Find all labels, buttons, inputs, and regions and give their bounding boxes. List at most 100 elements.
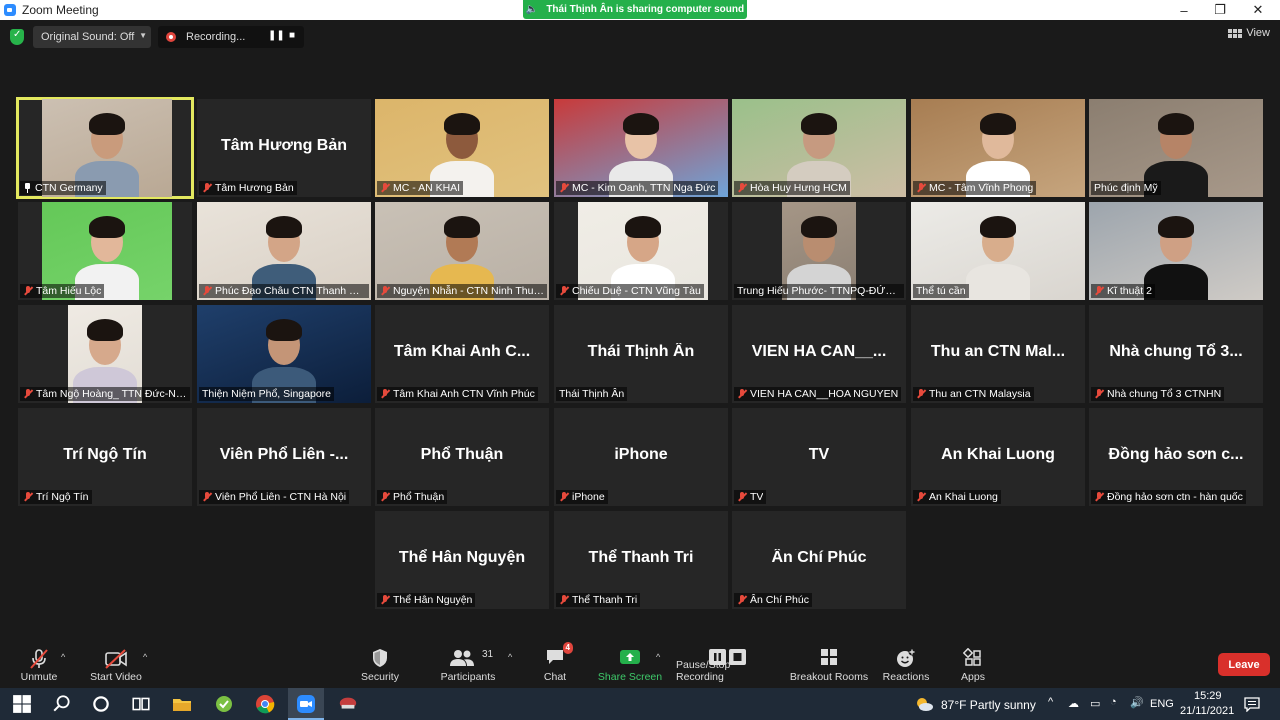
windows-start-icon[interactable] [12, 694, 32, 714]
participant-tile[interactable]: Trí Ngộ Tín Trí Ngộ Tín [18, 408, 192, 506]
original-sound-button[interactable]: Original Sound: Off ▼ [33, 26, 151, 48]
notifications-icon[interactable] [1244, 696, 1260, 712]
onedrive-icon[interactable]: ☁ [1068, 697, 1079, 710]
share-screen-label: Share Screen [597, 671, 663, 683]
battery-icon[interactable]: ▭ [1090, 697, 1100, 710]
pause-stop-recording-button[interactable]: Pause/Stop Recording [676, 638, 780, 688]
share-screen-button[interactable]: Share Screen [596, 638, 664, 688]
participant-tile[interactable]: Tâm Hương Bản Tâm Hương Bản [197, 99, 371, 197]
participant-tile[interactable]: Hòa Huy Hưng HCM [732, 99, 906, 197]
volume-icon[interactable]: 🔊 [1130, 696, 1144, 709]
participant-tile[interactable]: CTN Germany [16, 97, 194, 199]
apps-button[interactable]: Apps [952, 638, 994, 688]
reactions-button[interactable]: Reactions [880, 638, 932, 688]
language-indicator[interactable]: ENG [1150, 698, 1174, 710]
weather-text[interactable]: 87°F Partly sunny [941, 698, 1036, 712]
chat-button[interactable]: 4 Chat [530, 638, 580, 688]
audio-options-chevron-icon[interactable]: ^ [61, 652, 65, 662]
breakout-rooms-button[interactable]: Breakout Rooms [788, 638, 870, 688]
participant-tile[interactable]: Phúc Đạo Châu CTN Thanh Hoá [197, 202, 371, 300]
participant-name: Tâm Hương Bản [215, 182, 294, 194]
muted-mic-icon [737, 492, 747, 502]
close-button[interactable]: ✕ [1238, 0, 1278, 20]
share-options-chevron-icon[interactable]: ^ [656, 652, 660, 662]
participant-tile[interactable]: Thể Hân Nguyện Thể Hân Nguyện [375, 511, 549, 609]
participant-display-name: Thể Hân Nguyện [398, 549, 526, 566]
participant-name: Thu an CTN Malaysia [929, 388, 1031, 400]
participant-display-name: Viên Phổ Liên -... [219, 446, 349, 463]
participant-tile[interactable]: VIEN HA CAN__... VIEN HA CAN__HOA NGUYEN [732, 305, 906, 403]
participant-tile[interactable]: Nguyện Nhẫn - CTN Ninh Thuận [375, 202, 549, 300]
participant-tile[interactable]: Ân Chí Phúc Ân Chí Phúc [732, 511, 906, 609]
participant-name-label: Tâm Khai Anh CTN Vĩnh Phúc [377, 387, 538, 401]
pause-recording-icon[interactable]: ❚❚ [268, 30, 285, 41]
participant-tile[interactable]: Tâm Ngộ Hoàng_ TTN Đức-Nga [18, 305, 192, 403]
participant-tile[interactable]: iPhone iPhone [554, 408, 728, 506]
participant-tile[interactable]: Tâm Hiếu Lộc [18, 202, 192, 300]
participant-tile[interactable]: MC - Tâm Vĩnh Phong [911, 99, 1085, 197]
participant-tile[interactable]: Đồng hảo sơn c... Đồng hảo sơn ctn - hàn … [1089, 408, 1263, 506]
participant-name: MC - AN KHAI [393, 182, 461, 194]
participant-tile[interactable]: Viên Phổ Liên -... Viên Phổ Liên - CTN Hà… [197, 408, 371, 506]
participant-name: Phổ Thuận [393, 491, 445, 503]
participants-button[interactable]: 31 Participants [432, 638, 504, 688]
security-button[interactable]: Security [355, 638, 405, 688]
muted-mic-icon [737, 183, 747, 193]
zoom-taskbar-active[interactable] [288, 688, 324, 720]
wifi-icon[interactable]: ◔ [1110, 696, 1117, 708]
stop-recording-icon[interactable]: ■ [289, 30, 295, 41]
video-options-chevron-icon[interactable]: ^ [143, 652, 147, 662]
view-button[interactable]: View [1228, 27, 1270, 39]
participant-display-name: An Khai Luong [941, 446, 1055, 463]
participants-chevron-icon[interactable]: ^ [508, 652, 512, 662]
participant-tile[interactable]: Phúc định Mỹ [1089, 99, 1263, 197]
participants-icon [450, 650, 474, 666]
chevron-down-icon[interactable]: ▼ [139, 31, 147, 40]
muted-mic-icon [559, 492, 569, 502]
chrome-icon[interactable] [255, 694, 275, 714]
pinned-app-icon[interactable] [338, 694, 358, 714]
participant-tile[interactable]: MC - AN KHAI [375, 99, 549, 197]
participant-tile[interactable]: Thiện Niệm Phổ, Singapore [197, 305, 371, 403]
muted-mic-icon [916, 492, 926, 502]
clock-time[interactable]: 15:29 [1194, 690, 1222, 702]
participant-name: MC - Kim Oanh, TTN Nga Đức [572, 182, 716, 194]
minimize-button[interactable]: – [1164, 0, 1204, 20]
cortana-icon[interactable] [91, 694, 111, 714]
participant-name-label: MC - Tâm Vĩnh Phong [913, 181, 1037, 195]
participant-name-label: Phúc Đạo Châu CTN Thanh Hoá [199, 284, 369, 298]
unmute-button[interactable]: Unmute [8, 638, 70, 688]
participant-tile[interactable]: Phổ Thuận Phổ Thuận [375, 408, 549, 506]
participant-tile[interactable]: Tâm Khai Anh C... Tâm Khai Anh CTN Vĩnh P… [375, 305, 549, 403]
participant-tile[interactable]: Thể Thanh Tri Thể Thanh Tri [554, 511, 728, 609]
start-video-button[interactable]: Start Video [84, 638, 148, 688]
maximize-button[interactable]: ❐ [1200, 0, 1240, 20]
participant-display-name: Tâm Hương Bản [220, 137, 348, 154]
participant-display-name: Ân Chí Phúc [771, 549, 867, 566]
participant-tile[interactable]: Trung Hiếu Phước- TTNPQ-ĐỨC N... [732, 202, 906, 300]
participant-name-label: Thể Thanh Tri [556, 593, 641, 607]
muted-mic-icon [559, 183, 569, 193]
green-app-icon[interactable] [214, 694, 234, 714]
participant-tile[interactable]: Thái Thịnh Ân Thái Thịnh Ân [554, 305, 728, 403]
security-shield-icon[interactable] [10, 29, 24, 45]
participant-tile[interactable]: An Khai Luong An Khai Luong [911, 408, 1085, 506]
leave-button[interactable]: Leave [1218, 653, 1270, 676]
file-explorer-icon[interactable] [172, 694, 192, 714]
task-view-icon[interactable] [131, 694, 151, 714]
search-icon[interactable] [52, 694, 72, 714]
tray-chevron-icon[interactable]: ^ [1048, 696, 1053, 708]
window-title: Zoom Meeting [22, 3, 99, 17]
participant-tile[interactable]: Kĩ thuật 2 [1089, 202, 1263, 300]
participant-tile[interactable]: TV TV [732, 408, 906, 506]
participant-tile[interactable]: Nhà chung Tổ 3... Nhà chung Tổ 3 CTNHN [1089, 305, 1263, 403]
participant-tile[interactable]: Chiếu Duệ - CTN Vũng Tàu [554, 202, 728, 300]
participant-name-label: Tâm Hương Bản [199, 181, 297, 195]
participant-tile[interactable]: Thể tú cần [911, 202, 1085, 300]
participant-tile[interactable]: Thu an CTN Mal... Thu an CTN Malaysia [911, 305, 1085, 403]
muted-mic-icon [737, 595, 747, 605]
participant-tile[interactable]: MC - Kim Oanh, TTN Nga Đức [554, 99, 728, 197]
clock-date[interactable]: 21/11/2021 [1180, 705, 1234, 717]
muted-mic-icon [1094, 389, 1104, 399]
participant-display-name: Thái Thịnh Ân [587, 343, 695, 360]
